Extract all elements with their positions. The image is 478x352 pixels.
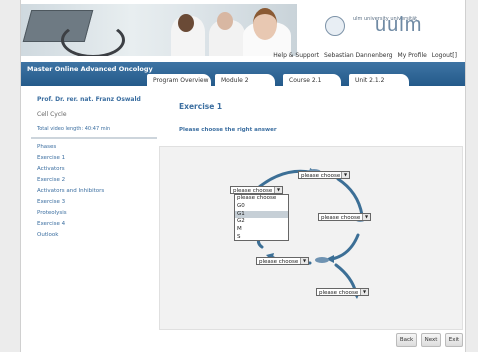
phase-select-bottom-left[interactable]: please choose ▼: [256, 257, 309, 265]
sidebar: Prof. Dr. rer. nat. Franz Oswald Cell Cy…: [31, 96, 157, 244]
sidebar-item-exercise-2[interactable]: Exercise 2: [37, 177, 157, 184]
my-profile-link[interactable]: My Profile: [398, 52, 427, 59]
next-button[interactable]: Next: [421, 333, 441, 347]
tab-unit-2-1-2[interactable]: Unit 2.1.2: [349, 74, 409, 86]
logout-link[interactable]: Logout[]: [432, 52, 457, 59]
dropdown-option[interactable]: S: [235, 234, 288, 242]
professor-name: Prof. Dr. rer. nat. Franz Oswald: [37, 96, 141, 103]
sidebar-item-activators-inhibitors[interactable]: Activators and Inhibitors: [37, 188, 157, 195]
node-bottom: [315, 257, 329, 263]
cycle-arc-right-top: [336, 177, 364, 217]
dropdown-option[interactable]: please choose: [235, 195, 288, 203]
sidebar-divider: [31, 137, 157, 139]
course-title: Master Online Advanced Oncology: [27, 65, 153, 73]
sidebar-item-outlook[interactable]: Outlook: [37, 232, 157, 239]
course-navbar: Master Online Advanced Oncology Program …: [21, 62, 465, 86]
back-button[interactable]: Back: [396, 333, 417, 347]
top-links: Help & Support Sebastian Dannenberg My P…: [270, 52, 457, 59]
user-name-link[interactable]: Sebastian Dannenberg: [324, 52, 393, 59]
header-banner-image: [21, 4, 297, 56]
dropdown-option[interactable]: G0: [235, 203, 288, 211]
phase-dropdown-list[interactable]: please choose G0 G1 G2 M S: [234, 194, 289, 241]
dropdown-option[interactable]: M: [235, 226, 288, 234]
sidebar-item-exercise-1[interactable]: Exercise 1: [37, 155, 157, 162]
tab-program-overview[interactable]: Program Overview: [147, 74, 211, 86]
video-length: Total video length: 40:47 min: [37, 126, 111, 132]
phase-select-bottom-right[interactable]: please choose ▼: [316, 288, 369, 296]
sidebar-item-activators[interactable]: Activators: [37, 166, 157, 173]
chevron-down-icon: ▼: [360, 289, 368, 295]
tab-module-2[interactable]: Module 2: [215, 74, 275, 86]
chevron-down-icon: ▼: [274, 187, 282, 193]
sidebar-item-exercise-3[interactable]: Exercise 3: [37, 199, 157, 206]
phase-select-left[interactable]: please choose ▼: [230, 186, 283, 194]
university-seal-icon: [325, 16, 345, 36]
chevron-down-icon: ▼: [341, 172, 349, 178]
tab-course-2-1[interactable]: Course 2.1: [283, 74, 341, 86]
sidebar-item-phases[interactable]: Phases: [37, 144, 157, 151]
cycle-arc-right: [330, 233, 360, 261]
sidebar-item-proteolysis[interactable]: Proteolysis: [37, 210, 157, 217]
exit-button[interactable]: Exit: [445, 333, 463, 347]
logo-wordmark: uulm: [375, 14, 423, 36]
sidebar-item-exercise-4[interactable]: Exercise 4: [37, 221, 157, 228]
phase-select-top[interactable]: please choose ▼: [298, 171, 350, 179]
header: ulm university universität uulm Help & S…: [21, 0, 465, 59]
app-frame: ulm university universität uulm Help & S…: [20, 0, 466, 352]
dropdown-option-highlighted[interactable]: G1: [235, 210, 288, 219]
chevron-down-icon: ▼: [300, 258, 308, 264]
university-logo: ulm university universität uulm: [325, 10, 455, 40]
phase-select-right[interactable]: please choose ▼: [318, 213, 371, 221]
exercise-title: Exercise 1: [179, 102, 223, 111]
chevron-down-icon: ▼: [362, 214, 370, 220]
dropdown-option[interactable]: G2: [235, 218, 288, 226]
exercise-prompt: Please choose the right answer: [179, 127, 277, 133]
topic-title: Cell Cycle: [37, 111, 67, 118]
help-support-link[interactable]: Help & Support: [273, 52, 319, 59]
